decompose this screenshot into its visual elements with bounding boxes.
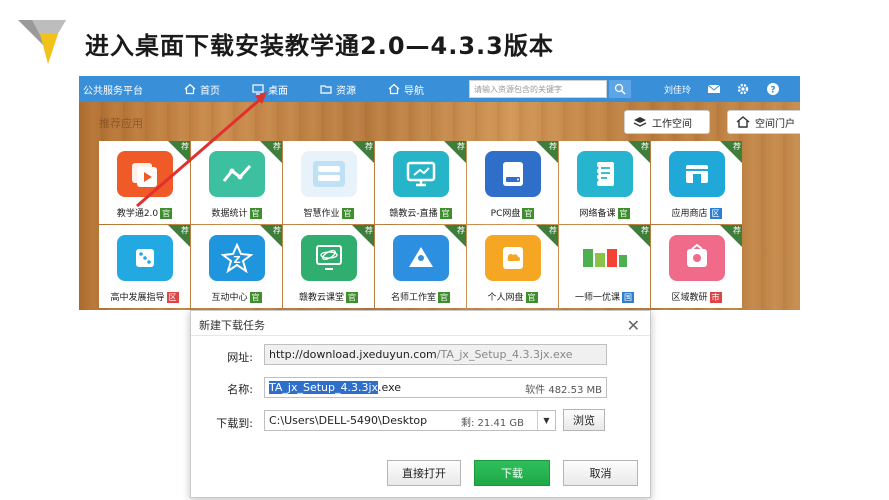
red-arrow-annotation — [136, 92, 267, 208]
cancel-button[interactable]: 取消 — [563, 460, 638, 486]
download-button[interactable]: 下载 — [474, 460, 550, 486]
url-path: /TA_jx_Setup_4.3.3jx.exe — [436, 348, 573, 361]
portal-screenshot: 公共服务平台 首页 桌面 资源 导航 请输入资源包含的关键字 刘佳玲 ? 推荐应… — [79, 76, 800, 310]
dialog-divider — [191, 335, 650, 336]
open-directly-button[interactable]: 直接打开 — [387, 460, 461, 486]
url-host: http://download.jxeduyun.com — [269, 348, 437, 361]
dialog-title: 新建下载任务 — [199, 319, 265, 332]
file-size: 软件 482.53 MB — [525, 385, 602, 396]
free-space: 剩: 21.41 GB — [461, 418, 524, 429]
save-path-dropdown[interactable]: C:\Users\DELL-5490\Desktop 剩: 21.41 GB ▼ — [264, 410, 556, 431]
new-download-dialog: 新建下载任务 ✕ 网址: http://download.jxeduyun.co… — [190, 310, 651, 498]
url-label: 网址: — [227, 351, 253, 364]
slide-title: 进入桌面下载安装教学通2.0—4.3.3版本 — [85, 32, 554, 60]
file-name-field[interactable]: TA_jx_Setup_4.3.3jx.exe 软件 482.53 MB — [264, 377, 607, 398]
browse-button[interactable]: 浏览 — [563, 409, 605, 431]
triangle-logo-icon — [18, 20, 66, 64]
file-extension: .exe — [378, 381, 402, 394]
selected-file-name: TA_jx_Setup_4.3.3jx — [269, 381, 379, 394]
download-to-label: 下载到: — [216, 417, 253, 430]
save-path: C:\Users\DELL-5490\Desktop — [269, 414, 428, 427]
chevron-down-icon[interactable]: ▼ — [537, 411, 555, 430]
close-icon[interactable]: ✕ — [627, 316, 640, 335]
name-label: 名称: — [227, 383, 253, 396]
url-field[interactable]: http://download.jxeduyun.com/TA_jx_Setup… — [264, 344, 607, 365]
